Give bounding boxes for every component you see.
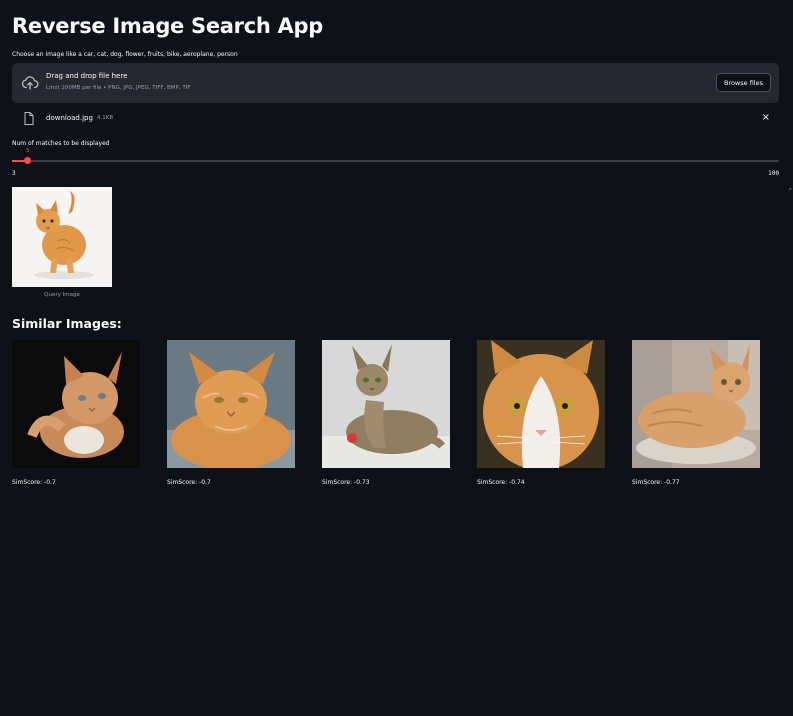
- result-image: [477, 340, 605, 468]
- query-image-caption: Query Image: [44, 292, 80, 298]
- result-image: [12, 340, 140, 468]
- matches-slider[interactable]: 5: [12, 148, 779, 164]
- result-image: [167, 340, 295, 468]
- slider-label: Num of matches to be displayed: [12, 140, 110, 147]
- result-score: SimScore: -0.7: [12, 479, 56, 486]
- slider-current-value: 5: [26, 148, 30, 154]
- dropzone-instructions: Drag and drop file here: [46, 72, 128, 80]
- resize-handle-icon: ↗: [787, 187, 792, 193]
- slider-max-label: 100: [768, 170, 779, 177]
- result-card: SimScore: -0.7: [167, 340, 295, 486]
- result-image: [632, 340, 760, 468]
- result-image: [322, 340, 450, 468]
- result-card: SimScore: -0.77: [632, 340, 760, 486]
- uploader-label: Choose an image like a car, cat, dog, fl…: [12, 51, 238, 58]
- dropzone-limit-text: Limit 200MB per file • PNG, JPG, JPEG, T…: [46, 85, 191, 91]
- result-card: SimScore: -0.73: [322, 340, 450, 486]
- uploaded-file-size: 4.1KB: [97, 115, 114, 121]
- result-score: SimScore: -0.74: [477, 479, 525, 486]
- similar-images-heading: Similar Images:: [12, 316, 122, 331]
- cloud-upload-icon: [21, 74, 39, 92]
- result-score: SimScore: -0.7: [167, 479, 211, 486]
- result-card: SimScore: -0.7: [12, 340, 140, 486]
- file-dropzone[interactable]: Drag and drop file here Limit 200MB per …: [12, 63, 779, 103]
- remove-file-close-icon[interactable]: ×: [762, 112, 770, 123]
- browse-files-button[interactable]: Browse files: [715, 73, 771, 92]
- result-card: SimScore: -0.74: [477, 340, 605, 486]
- query-image: [12, 187, 112, 287]
- uploaded-file-row: download.jpg 4.1KB ×: [12, 110, 779, 128]
- page-title: Reverse Image Search App: [12, 14, 323, 38]
- slider-thumb[interactable]: [24, 157, 32, 164]
- file-icon: [24, 112, 34, 125]
- result-score: SimScore: -0.73: [322, 479, 370, 486]
- result-score: SimScore: -0.77: [632, 479, 680, 486]
- uploaded-file-name: download.jpg: [46, 114, 93, 122]
- slider-min-label: 3: [12, 170, 16, 177]
- app-page: Reverse Image Search App Choose an image…: [0, 0, 793, 716]
